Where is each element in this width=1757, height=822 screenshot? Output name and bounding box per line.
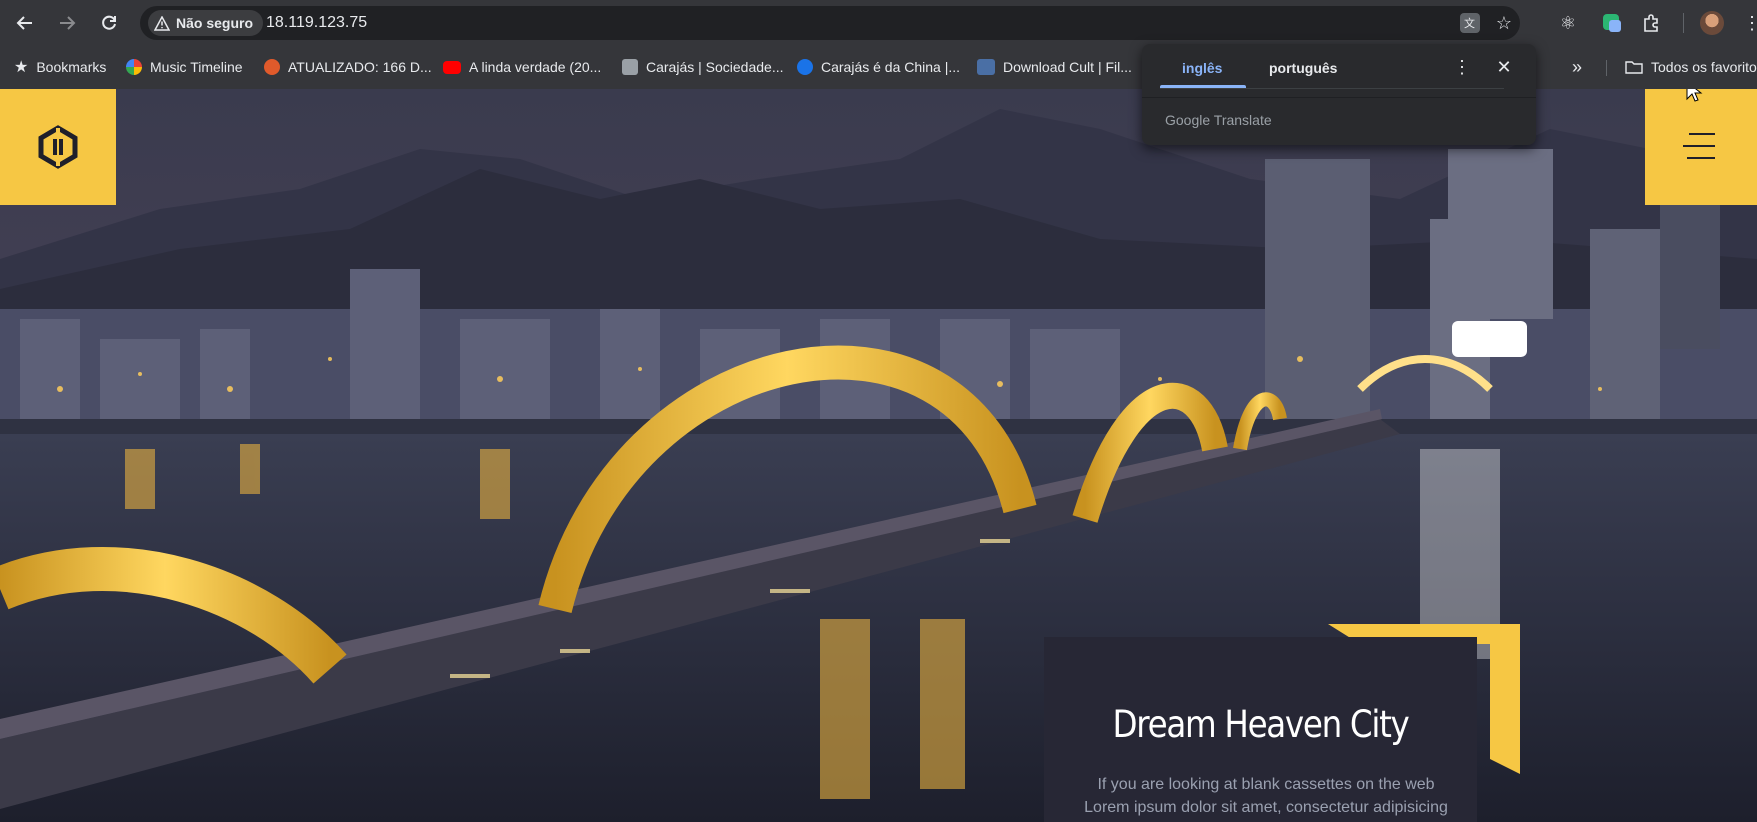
logo-icon	[38, 125, 78, 169]
youtube-favicon	[443, 60, 461, 74]
profile-avatar[interactable]	[1698, 9, 1726, 37]
svg-text:文: 文	[1464, 16, 1475, 30]
translate-popup: inglês português ⋮ ✕ Google Translate	[1142, 44, 1536, 145]
chrome-menu-icon[interactable]: ⋮	[1738, 9, 1757, 37]
close-icon[interactable]: ✕	[1492, 57, 1516, 81]
tab-baseline	[1160, 88, 1504, 89]
bookmark-item[interactable]: ★ Bookmarks	[14, 56, 106, 78]
extensions-puzzle-icon[interactable]	[1638, 9, 1666, 37]
translate-icon[interactable]: 文	[1458, 11, 1482, 35]
bookmark-label: Todos os favoritos	[1651, 59, 1757, 75]
security-chip[interactable]: Não seguro	[148, 10, 264, 36]
bookmark-item[interactable]: Carajás é da China |...	[797, 56, 960, 78]
google-translate-label: Google Translate	[1165, 112, 1272, 128]
warning-icon	[154, 15, 170, 31]
bookmark-label: Carajás é da China |...	[821, 59, 961, 75]
bookmark-item[interactable]: Music Timeline	[126, 56, 243, 78]
more-options-icon[interactable]: ⋮	[1452, 57, 1472, 81]
browser-toolbar: Não seguro 18.119.123.75 文 ☆ ⚛ ⋮	[0, 0, 1757, 46]
bookmark-label: Music Timeline	[150, 59, 243, 75]
forward-button[interactable]	[53, 9, 81, 37]
forward-arrow-icon	[60, 16, 76, 30]
site-logo[interactable]	[0, 89, 116, 205]
bookmark-label: Carajás | Sociedade...	[646, 59, 784, 75]
mouse-cursor-icon	[1686, 89, 1703, 102]
reload-icon	[102, 15, 116, 30]
star-icon: ★	[14, 59, 29, 76]
bookmarks-divider	[1606, 60, 1607, 76]
extension-copilot-icon[interactable]	[1598, 9, 1626, 37]
bookmark-item[interactable]: A linda verdade (20...	[443, 56, 601, 78]
tab-portugues[interactable]: português	[1269, 60, 1337, 76]
tab-ingles[interactable]: inglês	[1182, 60, 1222, 76]
card-title: Dream Heaven City	[1112, 703, 1410, 746]
bookmark-label: A linda verdade (20...	[469, 59, 602, 75]
all-favorites-folder[interactable]: Todos os favoritos	[1625, 56, 1757, 78]
reload-button[interactable]	[95, 9, 123, 37]
site-favicon	[977, 59, 995, 75]
active-tab-indicator	[1160, 85, 1246, 88]
hero-section: Dream Heaven City If you are looking at …	[0, 89, 1757, 822]
more-bookmarks-button[interactable]: »	[1572, 56, 1582, 78]
bookmark-label: Download Cult | Fil...	[1003, 59, 1132, 75]
divider	[1142, 97, 1536, 98]
url-text[interactable]: 18.119.123.75	[266, 14, 367, 32]
back-button[interactable]	[11, 9, 39, 37]
site-favicon	[264, 59, 280, 75]
bookmark-item[interactable]: Download Cult | Fil...	[977, 56, 1132, 78]
security-label: Não seguro	[176, 15, 254, 31]
toolbar-divider	[1683, 13, 1684, 33]
folder-icon	[1625, 61, 1643, 74]
hamburger-icon	[1683, 133, 1715, 159]
address-bar[interactable]: Não seguro 18.119.123.75 文 ☆	[140, 6, 1520, 40]
bookmark-item[interactable]: ATUALIZADO: 166 D...	[264, 56, 432, 78]
bookmark-star-icon[interactable]: ☆	[1492, 11, 1516, 35]
bookmark-item[interactable]: Carajás | Sociedade...	[622, 56, 784, 78]
bookmark-label: Bookmarks	[36, 59, 107, 75]
google-favicon	[126, 59, 142, 75]
chevron-double-right-icon: »	[1572, 56, 1583, 77]
back-arrow-icon	[16, 16, 32, 30]
extension-atom-icon[interactable]: ⚛	[1554, 9, 1582, 37]
site-favicon	[622, 59, 638, 75]
bookmark-label: ATUALIZADO: 166 D...	[288, 59, 432, 75]
feature-card: Dream Heaven City If you are looking at …	[1044, 637, 1477, 822]
site-favicon	[797, 59, 813, 75]
card-description: If you are looking at blank cassettes on…	[1084, 776, 1448, 816]
